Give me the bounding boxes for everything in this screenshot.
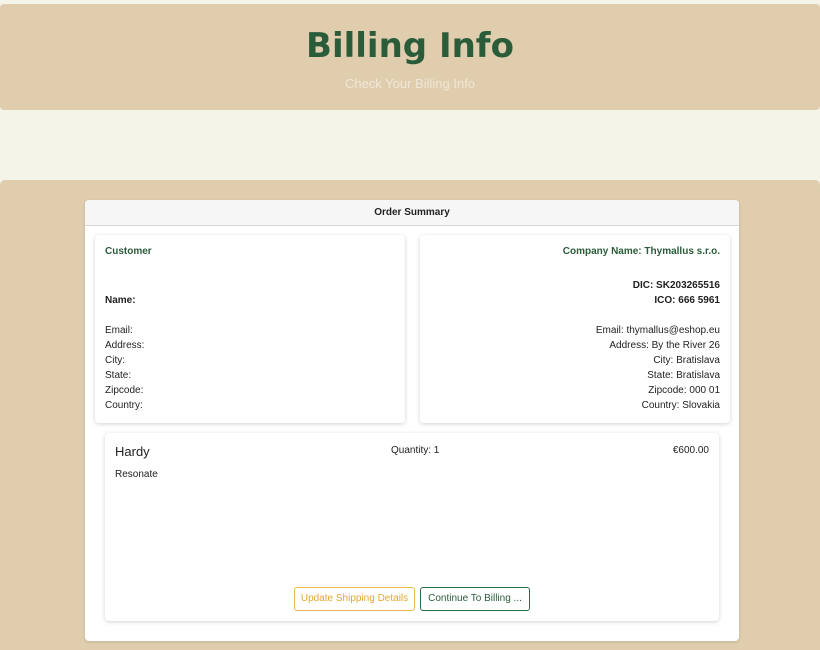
item-quantity: Quantity: 1 <box>391 445 440 456</box>
company-fields: Email: thymallus@eshop.eu Address: By th… <box>596 323 720 413</box>
company-country: Country: Slovakia <box>641 400 720 411</box>
order-summary-title: Order Summary <box>85 200 739 226</box>
company-zipcode: Zipcode: 000 01 <box>648 385 720 396</box>
page-header: Billing Info Check Your Billing Info <box>0 4 820 110</box>
company-heading: Company Name: Thymallus s.r.o. <box>562 246 720 257</box>
item-price: €600.00 <box>672 445 709 456</box>
company-state: State: Bratislava <box>647 370 720 381</box>
customer-zipcode-label: Zipcode: <box>105 385 144 396</box>
company-city: City: Bratislava <box>653 355 720 366</box>
company-email: Email: thymallus@eshop.eu <box>595 325 720 336</box>
customer-heading: Customer <box>105 246 152 257</box>
order-summary-card: Order Summary Customer Name: Email: Addr… <box>85 200 739 641</box>
customer-state-label: State: <box>105 370 132 381</box>
order-item-card: Hardy Resonate Quantity: 1 €600.00 Updat… <box>105 433 719 621</box>
customer-address-label: Address: <box>105 340 145 351</box>
customer-fields: Email: Address: City: State: Zipcode: Co… <box>105 323 144 413</box>
customer-country-label: Country: <box>105 400 143 411</box>
customer-name-label: Name: <box>105 295 136 306</box>
customer-city-label: City: <box>105 355 125 366</box>
page-title: Billing Info <box>306 26 514 66</box>
customer-email-label: Email: <box>105 325 133 336</box>
item-description: Resonate <box>115 469 158 480</box>
customer-info-box: Customer Name: Email: Address: City: Sta… <box>95 235 405 423</box>
continue-to-billing-button[interactable]: Continue To Billing ... <box>420 587 530 611</box>
company-info-box: Company Name: Thymallus s.r.o. DIC: SK20… <box>420 235 730 423</box>
company-ids: DIC: SK203265516 ICO: 666 5961 <box>633 278 720 308</box>
page-subtitle: Check Your Billing Info <box>344 76 476 91</box>
company-ico: ICO: 666 5961 <box>654 295 720 306</box>
company-address: Address: By the River 26 <box>609 340 720 351</box>
company-dic: DIC: SK203265516 <box>632 280 720 291</box>
update-shipping-button[interactable]: Update Shipping Details <box>294 587 415 611</box>
item-name: Hardy <box>115 444 150 459</box>
